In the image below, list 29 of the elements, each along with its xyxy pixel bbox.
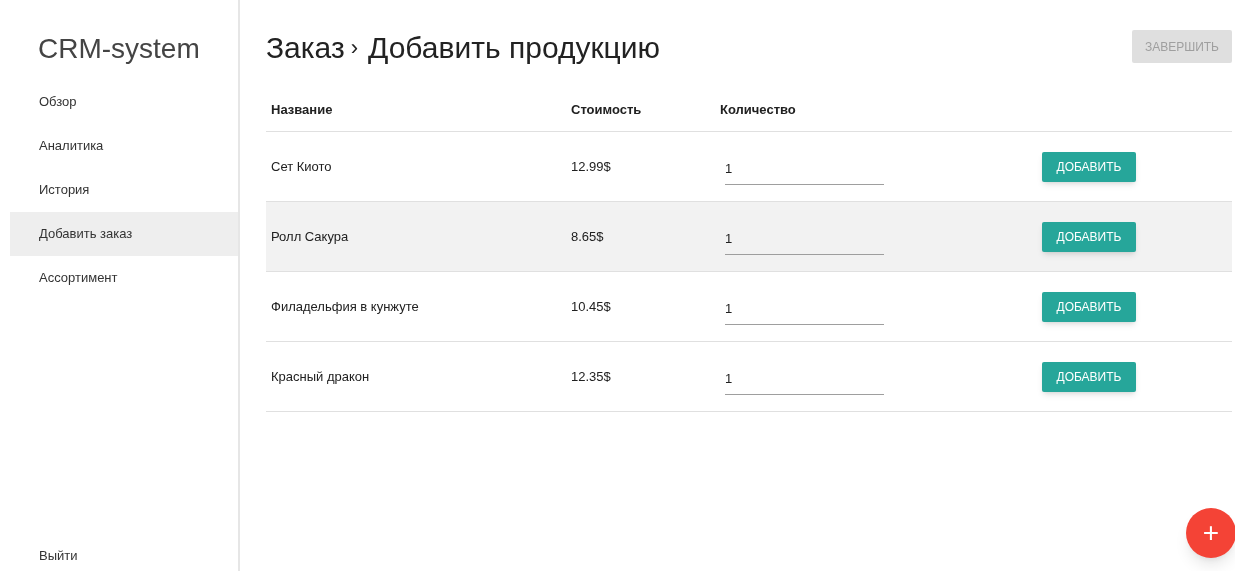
table-cell-text: Красный дракон — [270, 367, 371, 386]
table-row[interactable]: Ролл Сакура 8.65$ 1 ДОБАВИТЬ — [266, 202, 1232, 272]
table-cell-text: 12.35$ — [570, 367, 612, 386]
table-cell-text: 10.45$ — [570, 297, 612, 316]
column-header: Название — [270, 100, 334, 119]
logout-link[interactable]: Выйти — [10, 545, 238, 565]
sidebar-item[interactable]: История — [10, 168, 238, 212]
breadcrumb-link[interactable]: Заказ — [266, 28, 345, 68]
sidebar-item[interactable]: Обзор — [10, 80, 238, 124]
table-cell-text: 12.99$ — [570, 157, 612, 176]
quantity-field[interactable]: 1 — [725, 218, 884, 255]
page-title: Добавить продукцию — [368, 30, 660, 66]
table-cell-text: Сет Киото — [270, 157, 333, 176]
table-cell-text: Ролл Сакура — [270, 227, 350, 246]
app-title: CRM-system — [37, 32, 201, 66]
sidebar-item[interactable]: Аналитика — [10, 124, 238, 168]
add-fab[interactable]: + — [1186, 508, 1235, 558]
quantity-field[interactable]: 1 — [725, 288, 884, 325]
column-header: Количество — [719, 100, 796, 119]
quantity-field[interactable]: 1 — [725, 358, 884, 395]
table-cell-text: Филадельфия в кунжуте — [270, 297, 420, 316]
table-row[interactable]: Филадельфия в кунжуте 10.45$ 1 ДОБАВИТЬ — [266, 272, 1232, 342]
chevron-icon: › — [350, 28, 359, 68]
column-header: Стоимость — [570, 100, 643, 119]
table-row[interactable]: Красный дракон 12.35$ 1 ДОБАВИТЬ — [266, 342, 1232, 412]
table-cell-text: 8.65$ — [570, 227, 605, 246]
quantity-field[interactable]: 1 — [725, 148, 884, 185]
sidebar-item[interactable]: Ассортимент — [10, 256, 238, 300]
sidebar-item[interactable]: Добавить заказ — [10, 212, 238, 256]
